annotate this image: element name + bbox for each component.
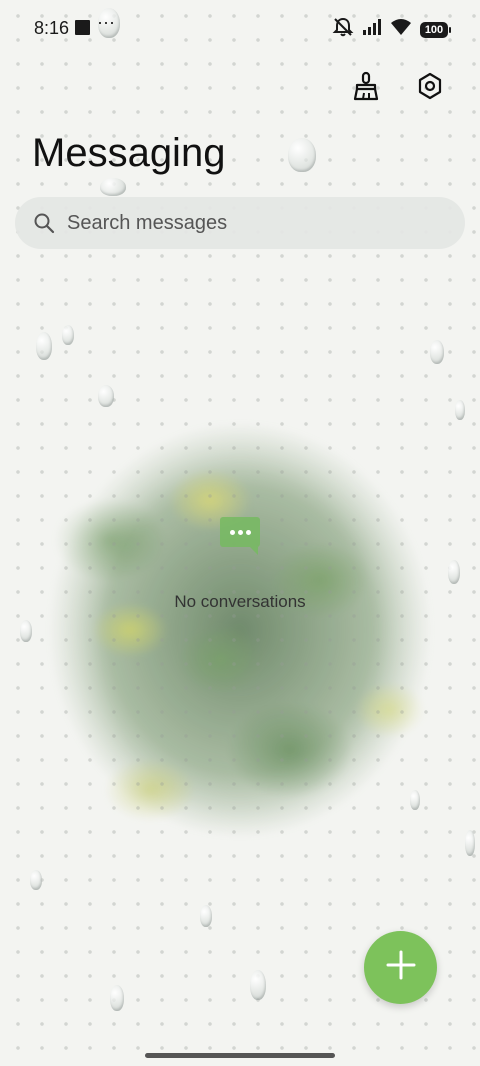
stop-icon: [75, 20, 90, 35]
raindrop: [100, 178, 126, 196]
raindrop: [250, 970, 266, 1000]
empty-state: No conversations: [0, 517, 480, 612]
raindrop: [62, 325, 74, 345]
toolbar-actions: [350, 71, 446, 106]
status-icons: 100: [332, 17, 451, 42]
wifi-icon: [390, 18, 412, 41]
raindrop: [430, 340, 444, 364]
chat-bubble-icon: [220, 517, 260, 555]
raindrop: [110, 985, 124, 1011]
raindrop: [30, 870, 42, 890]
page-title: Messaging: [32, 131, 226, 175]
messaging-screen: 8:16 ··· 100 Messaging Search messages N…: [0, 0, 480, 1066]
battery-icon: 100: [420, 21, 451, 38]
broom-icon: [352, 71, 380, 106]
empty-state-text: No conversations: [174, 592, 306, 611]
raindrop: [465, 830, 475, 856]
raindrop: [200, 905, 212, 927]
notifications-muted-icon: [332, 17, 354, 42]
new-message-button[interactable]: [364, 931, 437, 1004]
clean-button[interactable]: [350, 71, 382, 106]
settings-button[interactable]: [414, 72, 446, 104]
home-indicator[interactable]: [145, 1053, 335, 1058]
search-bar[interactable]: [15, 197, 465, 249]
raindrop: [410, 790, 420, 810]
raindrop: [288, 138, 316, 172]
raindrop: [20, 620, 32, 642]
more-notifications-indicator: ···: [97, 12, 115, 32]
signal-icon: [362, 18, 382, 41]
raindrop: [98, 385, 114, 407]
plus-icon: [386, 950, 416, 985]
search-icon: [33, 212, 55, 234]
settings-icon: [416, 71, 444, 106]
status-bar: 8:16 ··· 100: [0, 0, 480, 58]
raindrop: [36, 332, 52, 360]
search-input[interactable]: [65, 210, 449, 236]
raindrop: [455, 400, 465, 420]
status-time: 8:16: [34, 18, 70, 38]
